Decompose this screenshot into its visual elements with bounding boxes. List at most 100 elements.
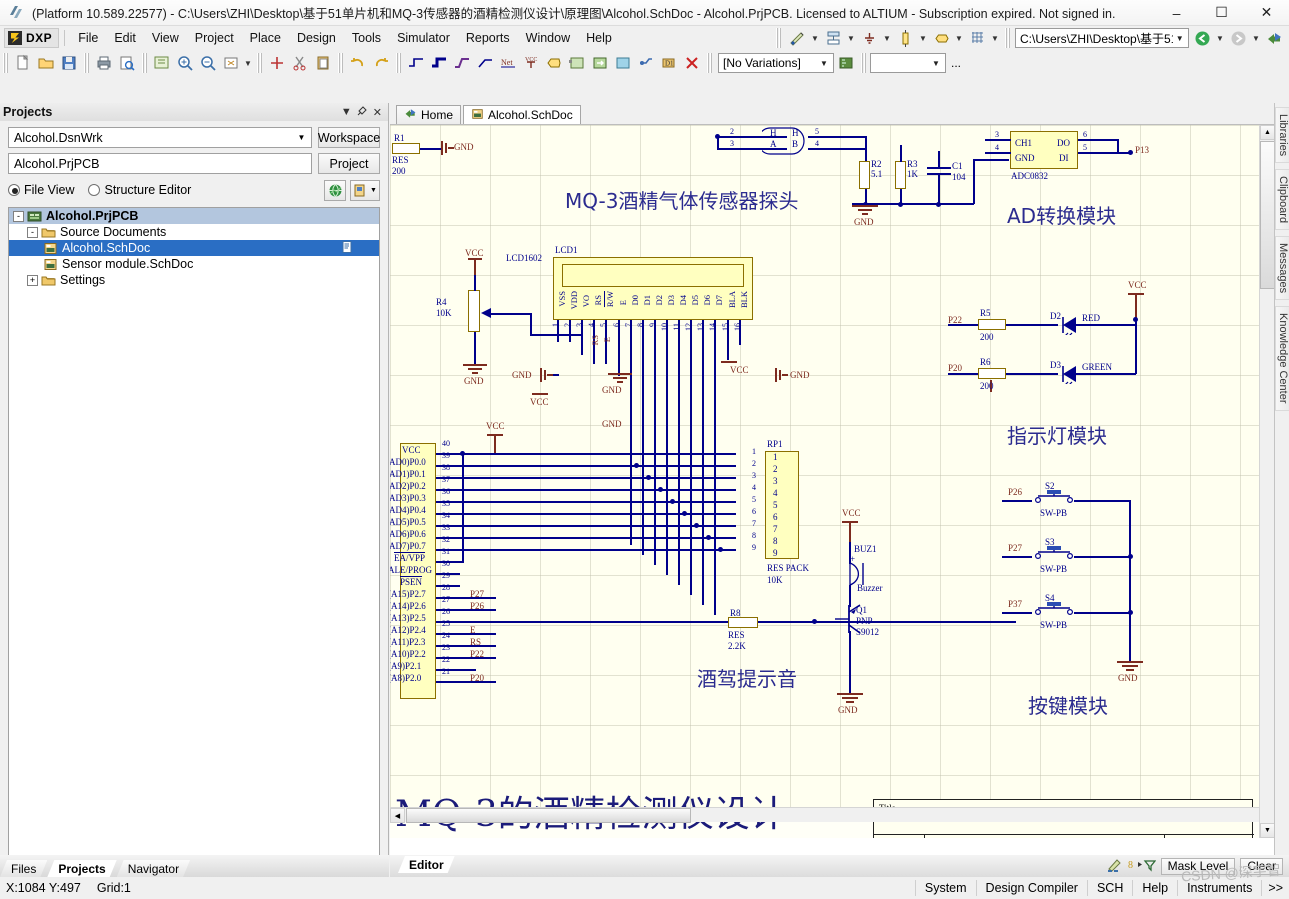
mask-level-button[interactable]: Mask Level — [1160, 857, 1236, 875]
component-r1-body[interactable] — [392, 143, 420, 154]
component-rp1-body[interactable] — [765, 451, 799, 559]
menu-window[interactable]: Window — [518, 28, 578, 48]
project-field[interactable]: Alcohol.PrjPCB — [8, 153, 312, 174]
menu-help[interactable]: Help — [578, 28, 620, 48]
workspace-combo[interactable]: Alcohol.DsnWrk ▼ — [8, 127, 312, 148]
chevron-down-icon[interactable]: ▼ — [294, 133, 309, 142]
clear-button[interactable]: Clear — [1240, 857, 1283, 875]
chevron-down-icon[interactable]: ▼ — [817, 59, 831, 68]
place-offsheet-icon[interactable] — [635, 52, 657, 74]
tree-node-sensor-module-schdoc[interactable]: Sensor module.SchDoc — [9, 256, 379, 272]
status-design-compiler[interactable]: Design Compiler — [975, 880, 1087, 896]
toolbar-grip[interactable] — [861, 53, 866, 73]
toolbar-grip[interactable] — [396, 53, 401, 73]
chevron-down-icon[interactable]: ▼ — [929, 59, 943, 68]
print-icon[interactable] — [93, 52, 115, 74]
tree-node-project[interactable]: - Alcohol.PrjPCB — [9, 208, 379, 224]
undo-icon[interactable] — [347, 52, 369, 74]
component-adc0832-body[interactable] — [1010, 131, 1078, 169]
bus-entry-icon[interactable] — [474, 52, 496, 74]
toolbar-grip[interactable] — [3, 53, 8, 73]
dock-tab-knowledge-center[interactable]: Knowledge Center — [1275, 306, 1289, 411]
menu-tools[interactable]: Tools — [344, 28, 389, 48]
ground-icon[interactable] — [858, 27, 880, 49]
component-r5-body[interactable] — [978, 319, 1006, 330]
delete-icon[interactable] — [681, 52, 703, 74]
chevron-down-icon[interactable]: ▼ — [990, 28, 1000, 48]
tree-node-settings[interactable]: + Settings — [9, 272, 379, 288]
schematic-tool-icon[interactable] — [786, 27, 808, 49]
home-icon[interactable] — [1263, 27, 1285, 49]
toolbar-ellipsis[interactable]: ... — [947, 56, 961, 70]
maximize-icon[interactable]: ☐ — [1199, 0, 1244, 26]
menu-edit[interactable]: Edit — [106, 28, 144, 48]
chevron-down-icon[interactable]: ▼ — [1251, 28, 1261, 48]
component-r8-body[interactable] — [728, 617, 758, 628]
hscroll-thumb[interactable] — [406, 808, 691, 823]
tree-node-source-documents[interactable]: - Source Documents — [9, 224, 379, 240]
editor-tab[interactable]: Editor — [398, 856, 455, 873]
chevron-down-icon[interactable]: ▼ — [918, 28, 928, 48]
blank-combo[interactable]: ▼ — [870, 53, 946, 73]
toolbar-grip[interactable] — [84, 53, 89, 73]
chevron-down-icon[interactable]: ▼ — [341, 106, 352, 118]
project-tree[interactable]: - Alcohol.PrjPCB - Source Documents Alco… — [8, 207, 380, 867]
project-button[interactable]: Project — [318, 153, 380, 174]
paste-icon[interactable] — [312, 52, 334, 74]
chevron-down-icon[interactable]: ▼ — [954, 28, 964, 48]
zoom-in-icon[interactable] — [174, 52, 196, 74]
dxp-button[interactable]: DXP — [4, 28, 60, 48]
hierarchy-icon[interactable] — [822, 27, 844, 49]
zoom-area-icon[interactable] — [151, 52, 173, 74]
canvas-vscrollbar[interactable]: ▲ ▼ — [1259, 125, 1275, 838]
toolbar-grip[interactable] — [707, 53, 712, 73]
close-icon[interactable]: ✕ — [373, 106, 382, 119]
expander-icon[interactable]: - — [27, 226, 38, 238]
pin-icon[interactable] — [357, 105, 368, 119]
place-sheet-symbol-icon[interactable] — [566, 52, 588, 74]
forward-nav-icon[interactable] — [1227, 27, 1249, 49]
component-r6-body[interactable] — [978, 368, 1006, 379]
document-options-icon[interactable]: ▼ — [350, 179, 380, 201]
toolbar-grip[interactable] — [338, 53, 343, 73]
annotate-icon[interactable]: D1 — [658, 52, 680, 74]
status-overflow[interactable]: >> — [1261, 880, 1289, 896]
grid-icon[interactable] — [966, 27, 988, 49]
variations-combo[interactable]: [No Variations] ▼ — [718, 53, 834, 73]
canvas-hscrollbar[interactable]: ◀ — [390, 807, 1259, 823]
tab-home[interactable]: Home — [396, 105, 462, 124]
zoom-fit-icon[interactable] — [220, 52, 242, 74]
expander-icon[interactable]: - — [13, 210, 24, 222]
menu-file[interactable]: File — [70, 28, 106, 48]
menu-view[interactable]: View — [144, 28, 187, 48]
menu-place[interactable]: Place — [242, 28, 289, 48]
menu-simulator[interactable]: Simulator — [389, 28, 458, 48]
dock-tab-clipboard[interactable]: Clipboard — [1275, 169, 1289, 231]
toolbar-grip[interactable] — [142, 53, 147, 73]
status-instruments[interactable]: Instruments — [1177, 880, 1261, 896]
dock-tab-libraries[interactable]: Libraries — [1275, 107, 1289, 164]
place-no-erc-icon[interactable] — [612, 52, 634, 74]
globe-icon[interactable] — [324, 179, 346, 201]
vscroll-thumb[interactable] — [1260, 141, 1275, 289]
workspace-button[interactable]: Workspace — [318, 127, 380, 148]
minimize-icon[interactable]: – — [1154, 0, 1199, 26]
redo-icon[interactable] — [370, 52, 392, 74]
chevron-down-icon[interactable]: ▼ — [882, 28, 892, 48]
pencil-icon[interactable] — [1106, 856, 1123, 876]
scroll-up-icon[interactable]: ▲ — [1260, 125, 1275, 140]
status-help[interactable]: Help — [1132, 880, 1177, 896]
component-icon[interactable] — [894, 27, 916, 49]
component-r2-body[interactable] — [859, 161, 870, 189]
place-port-icon[interactable] — [589, 52, 611, 74]
wire-icon[interactable] — [405, 52, 427, 74]
toolbar-grip[interactable] — [1005, 28, 1010, 48]
cross-probe-icon[interactable] — [266, 52, 288, 74]
menu-reports[interactable]: Reports — [458, 28, 518, 48]
tab-alcohol-schdoc[interactable]: Alcohol.SchDoc — [463, 105, 581, 124]
net-label-icon[interactable]: Net — [497, 52, 519, 74]
chevron-down-icon[interactable]: ▼ — [1173, 34, 1186, 43]
menu-design[interactable]: Design — [289, 28, 344, 48]
signal-harness-icon[interactable] — [451, 52, 473, 74]
panel-tab-files[interactable]: Files — [0, 860, 47, 877]
